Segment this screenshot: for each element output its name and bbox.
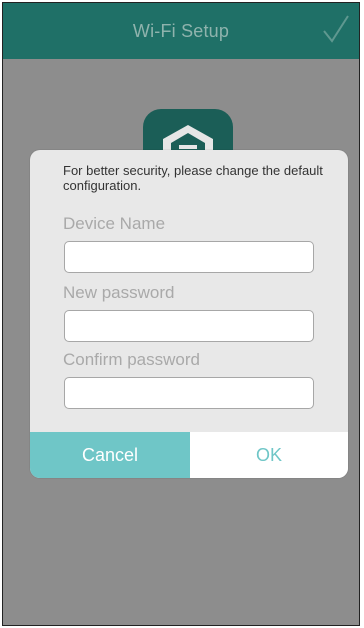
confirm-password-label: Confirm password [63,350,200,369]
new-password-input[interactable] [64,310,314,342]
checkmark-icon[interactable] [321,13,351,45]
security-dialog: For better security, please change the d… [30,150,348,478]
confirm-password-input[interactable] [64,377,314,409]
device-name-input[interactable] [64,241,314,273]
cancel-button[interactable]: Cancel [30,432,190,478]
dialog-button-row: Cancel OK [30,432,348,478]
app-screen: Wi-Fi Setup For better security, please … [2,2,360,626]
device-name-label: Device Name [63,214,166,233]
new-password-label: New password [63,283,175,302]
ok-button[interactable]: OK [190,432,348,478]
dialog-message: For better security, please change the d… [63,163,323,193]
page-title: Wi-Fi Setup [132,20,230,41]
nav-bar: Wi-Fi Setup [3,3,359,59]
